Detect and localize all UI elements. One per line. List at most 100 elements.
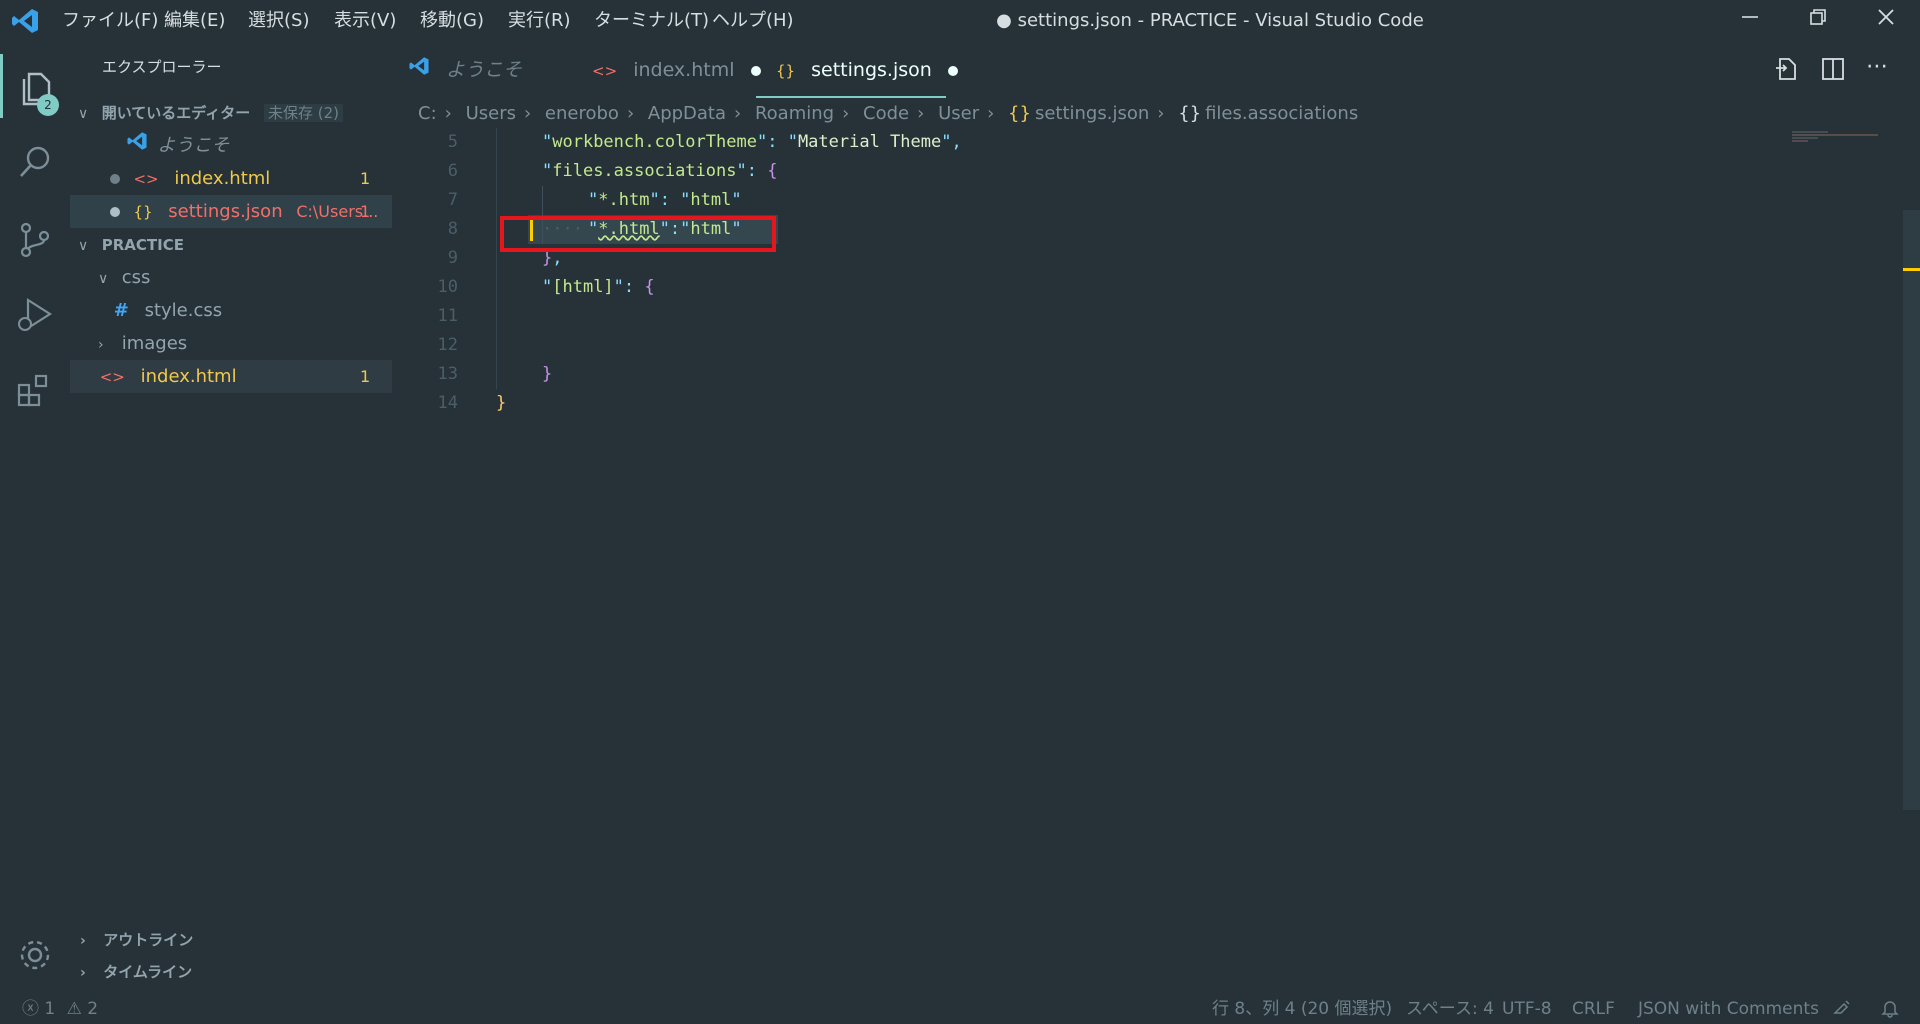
- open-editor-label: ようこそ: [157, 135, 230, 156]
- breadcrumb-item[interactable]: Users: [466, 103, 516, 124]
- chevron-right-icon: ›: [734, 103, 742, 124]
- extensions-activity[interactable]: [0, 358, 70, 422]
- chevron-right-icon: ›: [523, 103, 532, 124]
- timeline-pane-header[interactable]: › タイムライン: [70, 956, 392, 988]
- problem-count: 1: [360, 169, 371, 188]
- restore-icon[interactable]: [1798, 6, 1838, 36]
- scrollbar-marker: [1903, 268, 1920, 271]
- bell-icon[interactable]: [1880, 998, 1900, 1020]
- breadcrumb-item[interactable]: enerobo: [545, 103, 619, 124]
- html-file-icon: <>: [133, 170, 159, 188]
- run-debug-icon: [18, 297, 53, 331]
- breadcrumb-item[interactable]: Code: [863, 103, 909, 124]
- open-editor-label: index.html: [174, 168, 271, 189]
- open-editor-settings-json[interactable]: {} settings.json C:\Users... 1: [70, 195, 392, 228]
- line-number: 13: [437, 364, 458, 384]
- annotation-highlight-box: [500, 216, 776, 252]
- extensions-icon: [17, 374, 48, 407]
- code-line: "workbench.colorTheme": "Material Theme"…: [542, 132, 962, 152]
- vscode-icon: [126, 130, 152, 163]
- outline-label: アウトライン: [103, 931, 194, 949]
- chevron-right-icon: ›: [80, 933, 86, 949]
- explorer-activity[interactable]: 2: [0, 54, 73, 118]
- cursor-position[interactable]: 行 8、列 4 (20 個選択): [1212, 998, 1392, 1020]
- tree-label: css: [121, 267, 151, 288]
- code-line: "*.htm": "html": [588, 190, 742, 210]
- tree-file-index-html[interactable]: <> index.html 1: [70, 360, 392, 393]
- breadcrumb: C: › Users › enerobo › AppData › Roaming › Co…: [418, 100, 1366, 128]
- settings-activity[interactable]: [0, 922, 70, 986]
- status-bar: ⓧ 1 ⚠ 2 行 8、列 4 (20 個選択) スペース: 4 UTF-8 C…: [0, 998, 1920, 1020]
- unsaved-dot-icon: [109, 174, 120, 184]
- chevron-right-icon: ›: [626, 103, 635, 124]
- css-file-icon: #: [113, 300, 129, 321]
- minimize-icon[interactable]: [1730, 6, 1770, 36]
- tab-welcome[interactable]: ようこそ: [408, 42, 558, 98]
- more-actions-icon[interactable]: ⋯: [1866, 54, 1889, 79]
- breadcrumb-item[interactable]: AppData: [648, 103, 726, 124]
- minimap[interactable]: [1788, 128, 1898, 158]
- tree-folder-css[interactable]: ∨ css: [70, 261, 392, 294]
- problem-count: 1: [360, 367, 371, 386]
- language-mode[interactable]: JSON with Comments: [1638, 998, 1819, 1020]
- line-number: 7: [447, 190, 458, 210]
- feedback-icon[interactable]: [1832, 998, 1852, 1020]
- problems-indicator[interactable]: ⓧ 1 ⚠ 2: [22, 998, 98, 1020]
- timeline-label: タイムライン: [103, 963, 193, 981]
- warning-count: 2: [87, 999, 99, 1019]
- json-key: workbench.colorTheme: [552, 132, 757, 152]
- split-editor-icon[interactable]: [1820, 56, 1846, 87]
- tab-index-html[interactable]: <> index.html: [592, 42, 761, 98]
- unsaved-dot-icon[interactable]: [947, 65, 958, 76]
- source-control-activity[interactable]: [0, 206, 70, 270]
- breadcrumb-item[interactable]: C:: [418, 103, 437, 124]
- indentation[interactable]: スペース: 4: [1406, 998, 1494, 1020]
- search-activity[interactable]: [0, 130, 70, 194]
- error-icon: ⓧ: [22, 999, 39, 1019]
- breadcrumb-item[interactable]: Roaming: [755, 103, 834, 124]
- tab-label: settings.json: [811, 59, 932, 81]
- open-editors-label: 開いているエディター: [101, 104, 251, 122]
- chevron-down-icon: ∨: [78, 106, 89, 122]
- breadcrumb-item[interactable]: settings.json: [1035, 103, 1149, 124]
- line-number: 9: [447, 248, 458, 268]
- close-window-icon[interactable]: [1866, 6, 1906, 36]
- project-label: PRACTICE: [101, 236, 184, 254]
- encoding[interactable]: UTF-8: [1502, 998, 1552, 1020]
- open-editor-index-html[interactable]: <> index.html 1: [70, 162, 392, 195]
- activity-bar: 2: [0, 42, 70, 998]
- vscode-icon: [408, 43, 430, 99]
- search-icon: [20, 146, 50, 177]
- title-bar: ファイル(F) 編集(E) 選択(S) 表示(V) 移動(G) 実行(R) ター…: [0, 0, 1920, 42]
- chevron-down-icon: ∨: [98, 271, 109, 287]
- breadcrumb-item[interactable]: files.associations: [1205, 103, 1358, 124]
- html-file-icon: <>: [99, 368, 125, 386]
- outline-pane-header[interactable]: › アウトライン: [70, 924, 392, 956]
- tree-file-style-css[interactable]: # style.css: [70, 294, 392, 327]
- code-editor[interactable]: 5 6 7 8 9 10 11 12 13 14 "workbench.colo…: [392, 128, 1920, 998]
- chevron-right-icon: ›: [917, 103, 925, 124]
- line-number: 10: [437, 277, 458, 297]
- json-file-icon: {}: [133, 203, 153, 221]
- editor-scrollbar[interactable]: [1903, 210, 1920, 810]
- problem-count: 1: [360, 202, 371, 221]
- chevron-right-icon: ›: [80, 965, 86, 981]
- open-editor-welcome[interactable]: ようこそ: [70, 129, 392, 162]
- project-header[interactable]: ∨ PRACTICE: [70, 228, 392, 261]
- tree-folder-images[interactable]: › images: [70, 327, 392, 360]
- tree-label: style.css: [144, 300, 223, 321]
- json-key: *.htm: [598, 190, 650, 210]
- run-debug-activity[interactable]: [0, 282, 70, 346]
- open-changes-icon[interactable]: [1774, 56, 1800, 87]
- chevron-down-icon: ∨: [78, 238, 89, 254]
- line-number: 8: [447, 219, 458, 239]
- open-editors-header[interactable]: ∨ 開いているエディター 未保存 (2): [70, 96, 392, 129]
- breadcrumb-item[interactable]: User: [938, 103, 979, 124]
- line-number: 14: [437, 393, 458, 413]
- code-line: }: [542, 364, 553, 384]
- line-ending[interactable]: CRLF: [1572, 998, 1615, 1020]
- tab-settings-json[interactable]: {} settings.json: [756, 42, 958, 98]
- warning-icon: ⚠: [66, 999, 82, 1019]
- sidebar-title: エクスプローラー: [102, 58, 222, 76]
- line-number: 11: [437, 306, 458, 326]
